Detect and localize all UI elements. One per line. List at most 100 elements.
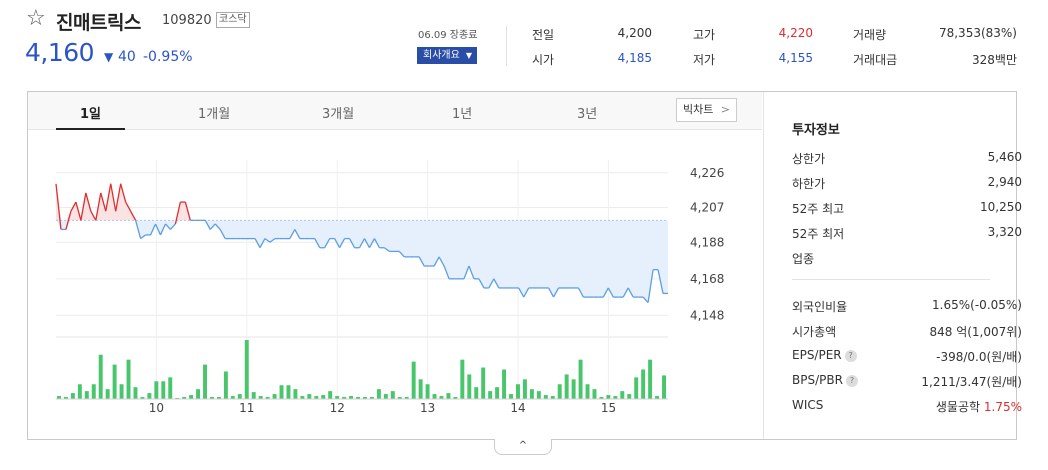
help-icon[interactable]: ?: [845, 375, 858, 387]
market-badge: 코스닥: [216, 12, 250, 28]
stock-name: 진매트릭스: [56, 12, 141, 34]
volume-bar: [196, 389, 201, 399]
area-below-base: [56, 220, 668, 303]
market-cap-label: 시가총액: [792, 325, 837, 339]
volume-bar: [321, 395, 326, 399]
y-tick-label: 4,188: [690, 235, 724, 249]
volume-bar: [105, 389, 110, 399]
volume-bar: [189, 395, 194, 399]
x-tick-label: 11: [239, 401, 254, 415]
52w-low-value: 3,320: [987, 225, 1022, 239]
wics-value: 생물공학 1.75%: [936, 398, 1022, 415]
quote-label-volume: 거래량: [853, 28, 887, 42]
x-tick-label: 10: [149, 401, 164, 415]
quote-label-high: 고가: [693, 28, 716, 42]
volume-bar: [223, 371, 228, 399]
big-chart-button[interactable]: 빅차트 >: [676, 98, 737, 122]
eps-per-main: -398/0.0: [936, 350, 987, 364]
volume-bar: [161, 381, 166, 399]
volume-bar: [279, 385, 284, 399]
quote-label-prev-close: 전일: [532, 28, 555, 42]
intraday-chart: 4,148 4,168 4,188 4,207 4,226 10 11 12 13 14 15: [55, 160, 724, 415]
volume-bar: [529, 389, 534, 399]
company-overview-button[interactable]: 회사개요 ▼: [417, 47, 477, 64]
volume-bar: [474, 387, 479, 399]
info-divider: [792, 279, 990, 280]
volume-bar: [571, 379, 576, 399]
volume-bar: [509, 394, 513, 399]
volume-bar: [641, 369, 646, 399]
volume-bar: [237, 394, 242, 399]
volume-bar: [307, 394, 312, 399]
chevron-up-icon: ^: [518, 440, 528, 451]
volume-bar: [516, 384, 520, 399]
volume-bar: [467, 374, 472, 399]
volume-bar: [203, 364, 207, 399]
volume-bar: [286, 385, 291, 399]
52w-high-value: 10,250: [980, 200, 1022, 214]
volume-bar: [522, 379, 527, 399]
collapse-toggle[interactable]: ^: [494, 439, 552, 455]
sector-label: 업종: [792, 252, 815, 266]
y-tick-label: 4,148: [690, 308, 724, 322]
tab-3-years[interactable]: 3년: [577, 103, 597, 122]
tab-3-months[interactable]: 3개월: [322, 103, 354, 122]
volume-bar: [390, 391, 395, 399]
volume-bar: [620, 391, 625, 399]
y-tick-label: 4,226: [690, 166, 724, 180]
eps-per-value: -398/0.0(원/배): [936, 348, 1022, 365]
wics-label: WICS: [792, 398, 824, 412]
volume-bar: [70, 393, 75, 399]
change-amount: 40: [118, 49, 136, 65]
bps-pbr-value: 1,211/3.47(원/배): [921, 373, 1022, 390]
volume-bar: [536, 391, 541, 399]
volume-bar: [376, 389, 381, 399]
volume-bar: [91, 384, 96, 399]
52w-high-label: 52주 최고: [792, 202, 845, 216]
down-arrow-icon: ▼: [104, 50, 114, 64]
quote-value-trade-value: 328백만: [972, 53, 1017, 67]
foreign-ratio-value: 1.65%(-0.05%): [932, 298, 1022, 312]
quote-label-open: 시가: [532, 53, 555, 67]
volume-bar: [627, 394, 632, 399]
volume-bar: [425, 384, 430, 399]
tab-1-year[interactable]: 1년: [452, 103, 472, 122]
tab-1-day[interactable]: 1일: [80, 103, 101, 122]
quote-value-low: 4,155: [778, 51, 813, 65]
volume-bar: [147, 393, 152, 399]
chevron-right-icon: >: [720, 103, 730, 116]
favorite-star-icon[interactable]: ☆: [26, 8, 48, 30]
volume-bar: [648, 359, 653, 399]
quote-value-high: 4,220: [778, 26, 813, 40]
quote-value-open: 4,185: [617, 51, 652, 65]
company-overview-label: 회사개요: [423, 50, 460, 61]
volume-bar: [460, 359, 465, 399]
upper-limit-value: 5,460: [987, 150, 1022, 164]
wics-sector-link[interactable]: 생물공학: [936, 400, 980, 414]
volume-bar: [119, 384, 124, 399]
period-tabbar: [28, 92, 762, 130]
foreign-ratio-label: 외국인비율: [792, 300, 848, 314]
tab-1-month[interactable]: 1개월: [198, 103, 230, 122]
volume-bar: [98, 354, 103, 399]
volume-bar: [662, 375, 666, 399]
x-tick-label: 12: [330, 401, 345, 415]
volume-bar: [154, 381, 159, 399]
area-above-base: [56, 183, 668, 221]
volume-bar: [446, 393, 451, 399]
volume-bar: [418, 379, 423, 399]
volume-bar: [634, 377, 639, 399]
header-divider: [506, 26, 507, 66]
foreign-ratio-change: (-0.05%): [970, 298, 1022, 312]
market-cap-value: 848 억(1,007위): [929, 323, 1022, 340]
volume-bar: [578, 359, 583, 399]
help-icon[interactable]: ?: [844, 350, 857, 362]
big-chart-label: 빅차트: [683, 103, 714, 116]
volume-bar: [112, 364, 117, 399]
eps-per-label: EPS/PER?: [792, 348, 857, 362]
volume-bar: [557, 384, 562, 399]
panel-divider: [763, 92, 764, 439]
volume-bar: [502, 369, 507, 399]
eps-per-label-text: EPS/PER: [792, 348, 842, 362]
lower-limit-label: 하한가: [792, 177, 826, 191]
